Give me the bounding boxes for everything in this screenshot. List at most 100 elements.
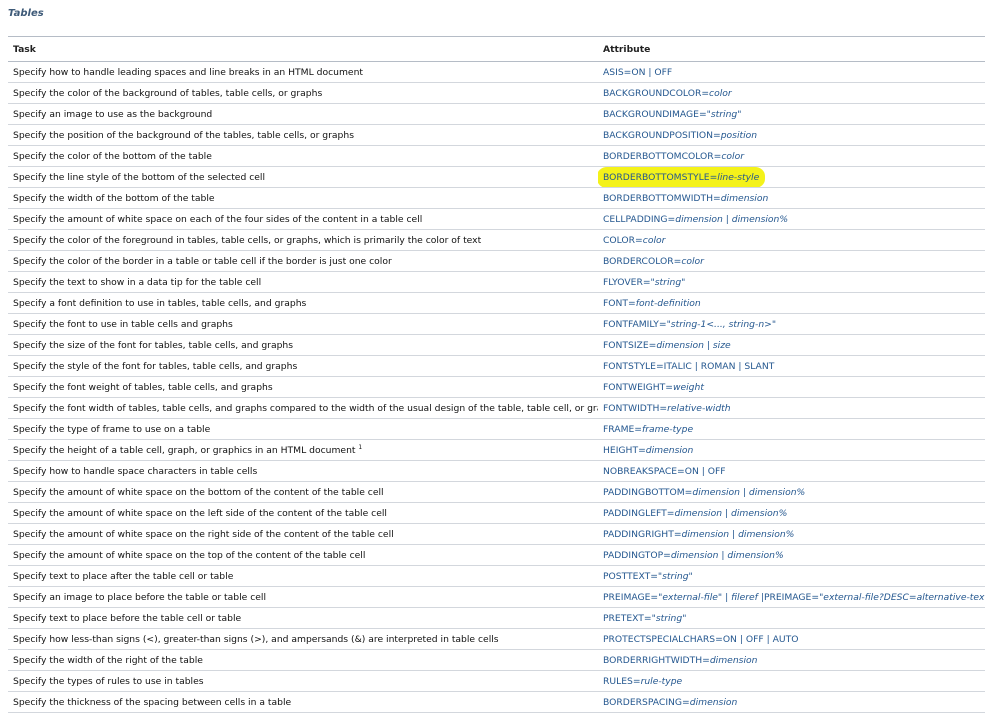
attribute-syntax: FONTWIDTH= — [603, 402, 668, 414]
table-row: Specify the type of frame to use on a ta… — [8, 418, 985, 440]
table-row: Specify the width of the bottom of the t… — [8, 187, 985, 209]
task-text: Specify the font to use in table cells a… — [13, 318, 233, 330]
task-cell: Specify the font width of tables, table … — [8, 397, 598, 419]
attribute-cell: PADDINGBOTTOM=dimension | dimension% — [598, 481, 985, 503]
attribute-syntax: FONTFAMILY= — [603, 318, 667, 330]
attribute-cell: BORDERCOLOR=color — [598, 250, 985, 272]
task-text: Specify how to handle leading spaces and… — [13, 66, 363, 78]
attribute-value-placeholder: dimension% — [727, 549, 784, 561]
attribute-value-placeholder: "external-file?DESC=alternative-text" — [819, 591, 985, 603]
table-row: Specify the color of the bottom of the t… — [8, 145, 985, 167]
table-row: Specify an image to use as the backgroun… — [8, 103, 985, 125]
table-row: Specify the amount of white space on the… — [8, 544, 985, 566]
attribute-syntax: BACKGROUNDIMAGE= — [603, 108, 707, 120]
attribute-value-placeholder: dimension — [689, 696, 738, 708]
attribute-value-placeholder: position — [720, 129, 758, 141]
attribute-value-placeholder: relative-width — [667, 402, 731, 414]
task-text: Specify the text to show in a data tip f… — [13, 276, 262, 288]
attribute-syntax: FONTSTYLE=ITALIC | ROMAN | SLANT — [603, 360, 775, 372]
table-row: Specify text to place before the table c… — [8, 607, 985, 629]
task-cell: Specify an image to use as the backgroun… — [8, 103, 598, 125]
attribute-syntax: ASIS=ON | OFF — [603, 66, 673, 78]
attribute-syntax: BORDERSPACING= — [603, 696, 690, 708]
attribute-value-placeholder: weight — [672, 381, 704, 393]
attribute-cell: PADDINGTOP=dimension | dimension% — [598, 544, 985, 566]
table-row: Specify the color of the foreground in t… — [8, 229, 985, 251]
attribute-syntax: BACKGROUNDPOSITION= — [603, 129, 721, 141]
attribute-cell: CELLPADDING=dimension | dimension% — [598, 208, 985, 230]
task-cell: Specify the color of the bottom of the t… — [8, 145, 598, 167]
task-text: Specify an image to place before the tab… — [13, 591, 267, 603]
attribute-cell: BACKGROUNDCOLOR=color — [598, 82, 985, 104]
table-row: Specify the thickness of the spacing bet… — [8, 691, 985, 713]
table-row: Specify the font width of tables, table … — [8, 397, 985, 419]
attribute-value-placeholder: "external-file" — [658, 591, 723, 603]
attribute-value-placeholder: font-definition — [635, 297, 701, 309]
table-row: Specify the amount of white space on the… — [8, 502, 985, 524]
attribute-cell: RULES=rule-type — [598, 670, 985, 692]
task-text: Specify a font definition to use in tabl… — [13, 297, 307, 309]
attribute-value-placeholder: color — [721, 150, 744, 162]
attribute-syntax: | — [722, 213, 732, 225]
attribute-value-placeholder: dimension% — [738, 528, 795, 540]
table-row: Specify the types of rules to use in tab… — [8, 670, 985, 692]
attribute-value-placeholder: dimension — [675, 213, 723, 225]
table-row: Specify the font to use in table cells a… — [8, 313, 985, 335]
page: Tables Task Attribute Specify how to han… — [0, 0, 998, 714]
attribute-cell: BORDERSPACING=dimension — [598, 691, 985, 713]
attribute-syntax: PADDINGTOP= — [603, 549, 671, 561]
attribute-syntax: PADDINGLEFT= — [603, 507, 675, 519]
task-cell: Specify the amount of white space on the… — [8, 544, 598, 566]
attribute-syntax: BORDERCOLOR= — [603, 255, 682, 267]
table-row: Specify the height of a table cell, grap… — [8, 439, 985, 461]
attribute-value-placeholder: frame-type — [642, 423, 694, 435]
table-row: Specify how to handle leading spaces and… — [8, 61, 985, 83]
table-row: Specify the position of the background o… — [8, 124, 985, 146]
task-text: Specify the type of frame to use on a ta… — [13, 423, 211, 435]
attribute-cell: BORDERBOTTOMWIDTH=dimension — [598, 187, 985, 209]
task-cell: Specify the size of the font for tables,… — [8, 334, 598, 356]
table-row: Specify the line style of the bottom of … — [8, 166, 985, 188]
table-body: Specify how to handle leading spaces and… — [8, 61, 985, 713]
task-text: Specify the color of the foreground in t… — [13, 234, 482, 246]
task-cell: Specify the font to use in table cells a… — [8, 313, 598, 335]
attribute-value-placeholder: "string" — [650, 276, 686, 288]
attribute-cell: COLOR=color — [598, 229, 985, 251]
task-text: Specify the style of the font for tables… — [13, 360, 298, 372]
attribute-value-placeholder: color — [642, 234, 666, 246]
attribute-value-placeholder: dimension — [645, 444, 694, 456]
task-text: Specify the font weight of tables, table… — [13, 381, 273, 393]
attribute-cell: PROTECTSPECIALCHARS=ON | OFF | AUTO — [598, 628, 985, 650]
attribute-syntax: PROTECTSPECIALCHARS=ON | OFF | AUTO — [603, 633, 799, 645]
task-cell: Specify the color of the background of t… — [8, 82, 598, 104]
attribute-value-placeholder: color — [681, 255, 704, 267]
task-text: Specify the position of the background o… — [13, 129, 354, 141]
attribute-syntax: PADDINGRIGHT= — [603, 528, 682, 540]
attribute-value-placeholder: dimension — [720, 192, 769, 204]
task-cell: Specify the font weight of tables, table… — [8, 376, 598, 398]
task-cell: Specify the thickness of the spacing bet… — [8, 691, 598, 713]
attribute-syntax: FONTWEIGHT= — [603, 381, 673, 393]
task-text: Specify the types of rules to use in tab… — [13, 675, 204, 687]
attribute-value-placeholder: "string" — [651, 612, 687, 624]
task-cell: Specify how to handle space characters i… — [8, 460, 598, 482]
attribute-syntax: BACKGROUNDCOLOR= — [603, 87, 710, 99]
attribute-value-placeholder: line-style — [717, 171, 760, 183]
attribute-value-placeholder: rule-type — [640, 675, 683, 687]
task-text: Specify the width of the right of the ta… — [13, 654, 203, 666]
attribute-value-placeholder: "string-1<..., string-n>" — [666, 318, 777, 330]
attribute-syntax: HEIGHT= — [603, 444, 646, 456]
attribute-syntax: CELLPADDING= — [603, 213, 676, 225]
attribute-cell: FRAME=frame-type — [598, 418, 985, 440]
task-text: Specify the amount of white space on the… — [13, 507, 387, 519]
task-text: Specify the amount of white space on eac… — [13, 213, 423, 225]
attribute-value-placeholder: "string" — [706, 108, 742, 120]
attribute-syntax: | — [703, 339, 713, 351]
attribute-cell: BORDERBOTTOMSTYLE=line-style — [598, 166, 985, 188]
attribute-value-placeholder: size — [712, 339, 731, 351]
attribute-value-placeholder: "string" — [657, 570, 693, 582]
attribute-syntax: |PREIMAGE= — [757, 591, 820, 603]
task-cell: Specify the width of the right of the ta… — [8, 649, 598, 671]
attribute-value-placeholder: dimension — [656, 339, 704, 351]
attribute-syntax: BORDERRIGHTWIDTH= — [603, 654, 710, 666]
